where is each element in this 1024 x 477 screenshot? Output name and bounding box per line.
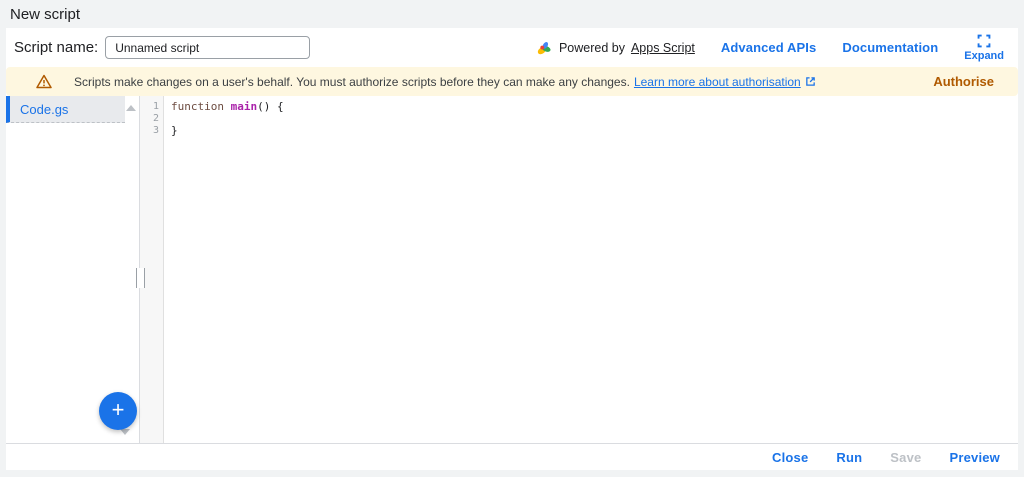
line-number: 1: [140, 101, 159, 113]
apps-script-logo-icon: [536, 40, 553, 56]
authorise-button[interactable]: Authorise: [933, 74, 994, 89]
top-strip: New script: [0, 0, 1024, 28]
file-sidebar: Code.gs +: [6, 96, 140, 443]
expand-label: Expand: [964, 50, 1004, 62]
code-editor[interactable]: function main() { }: [164, 96, 1018, 443]
script-name-label: Script name:: [14, 39, 98, 56]
apps-script-link[interactable]: Apps Script: [631, 41, 695, 55]
plus-icon: +: [112, 399, 125, 421]
file-name-label: Code.gs: [20, 102, 68, 117]
banner-message: Scripts make changes on a user's behalf.…: [74, 75, 630, 89]
powered-by-group: Powered by Apps Script: [536, 40, 695, 56]
preview-button[interactable]: Preview: [939, 446, 1010, 469]
line-number: 2: [140, 113, 159, 125]
page-title: New script: [10, 6, 80, 23]
external-link-icon: [805, 76, 816, 87]
footer-bar: Close Run Save Preview: [6, 443, 1018, 470]
powered-by-text: Powered by: [559, 41, 625, 55]
code-line: [171, 113, 1018, 125]
workspace: Code.gs + 1 2 3 function main() { }: [6, 96, 1018, 443]
splitter-handle[interactable]: [136, 268, 145, 288]
scroll-up-arrow-icon[interactable]: [126, 105, 136, 111]
header-bar: Script name: Powered by Apps Script Adva…: [6, 28, 1018, 67]
header-right: Powered by Apps Script Advanced APIs Doc…: [536, 34, 1004, 62]
run-button[interactable]: Run: [826, 446, 872, 469]
code-token: () {: [257, 100, 284, 113]
expand-button[interactable]: Expand: [964, 34, 1004, 62]
learn-more-link[interactable]: Learn more about authorisation: [634, 75, 801, 89]
advanced-apis-link[interactable]: Advanced APIs: [721, 40, 816, 55]
script-name-input[interactable]: [105, 36, 310, 59]
code-line: }: [171, 125, 1018, 137]
warning-triangle-icon: [36, 74, 52, 89]
close-button[interactable]: Close: [762, 446, 818, 469]
code-line: function main() {: [171, 101, 1018, 113]
authorization-banner: Scripts make changes on a user's behalf.…: [6, 67, 1018, 96]
code-token: }: [171, 124, 178, 137]
line-number: 3: [140, 125, 159, 137]
save-button[interactable]: Save: [880, 446, 931, 469]
sidebar-item-code-gs[interactable]: Code.gs: [6, 96, 125, 123]
code-token: main: [231, 100, 258, 113]
scroll-down-arrow-icon[interactable]: [120, 429, 130, 435]
documentation-link[interactable]: Documentation: [842, 40, 938, 55]
script-editor-card: Script name: Powered by Apps Script Adva…: [6, 28, 1018, 470]
expand-corners-icon: [977, 34, 991, 48]
add-file-button[interactable]: +: [99, 392, 137, 430]
code-token: function: [171, 100, 231, 113]
